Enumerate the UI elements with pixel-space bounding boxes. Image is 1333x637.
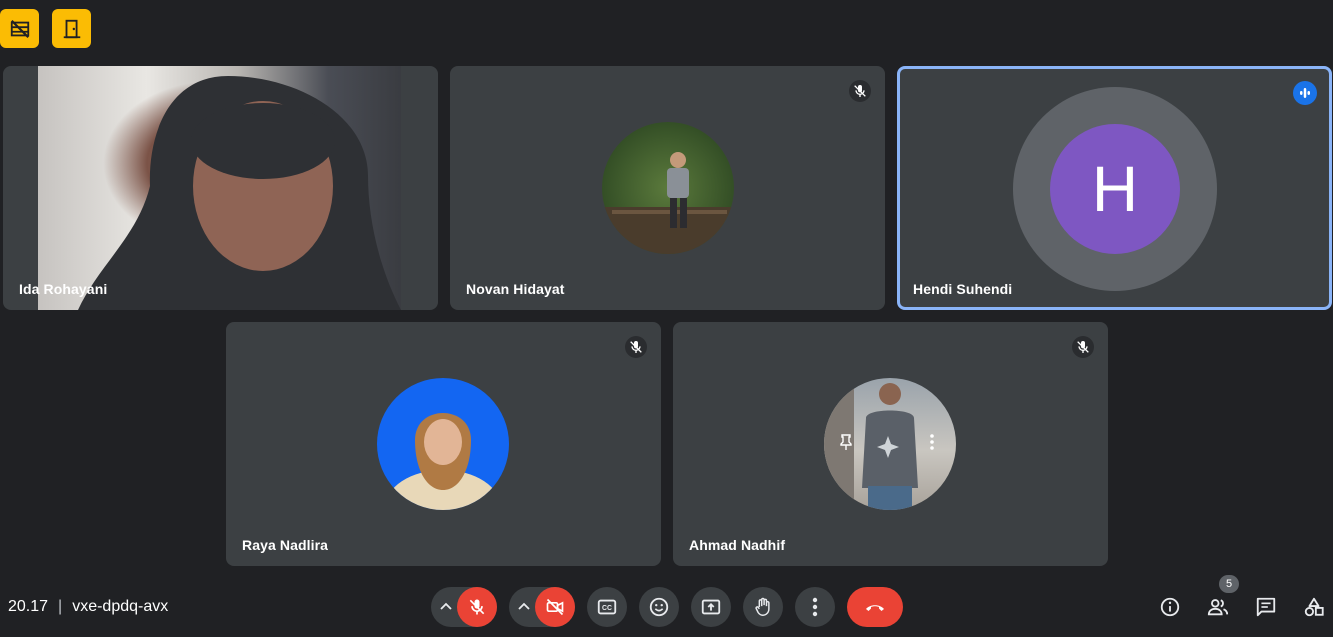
person-silhouette-icon [78,76,401,310]
meeting-info: 20.17 | vxe-dpdq-avx [8,598,168,616]
no-video-grid-icon [10,19,29,38]
people-icon [1207,599,1229,616]
participant-tile[interactable]: Ida Rohayani [3,66,438,310]
meeting-separator: | [58,598,63,615]
meeting-details-button[interactable] [1158,595,1182,619]
chevron-up-icon [518,602,530,610]
more-vert-icon [930,434,934,450]
participant-tile[interactable]: Novan Hidayat [450,66,885,310]
captions-button[interactable]: CC [587,587,627,627]
speaking-indicator [1293,81,1317,105]
leave-door-button[interactable] [52,9,91,48]
pin-icon [840,434,852,450]
participant-tile-active-speaker[interactable]: H Hendi Suhendi [897,66,1332,310]
closed-caption-icon: CC [597,599,617,615]
raise-hand-button[interactable] [743,587,783,627]
mic-off-icon [630,341,642,353]
more-vert-icon [812,597,818,617]
participant-avatar [824,378,956,510]
muted-indicator [625,336,647,358]
person-photo-icon [385,413,501,510]
audio-options-button[interactable] [436,596,456,616]
participant-name: Ahmad Nadhif [689,537,786,553]
participant-video [38,66,401,310]
chat-icon [1256,597,1276,617]
people-button[interactable] [1206,595,1230,619]
svg-text:CC: CC [602,605,612,612]
video-options-button[interactable] [514,596,534,616]
activities-icon [1304,597,1324,617]
door-icon [63,19,80,38]
raise-hand-icon [755,597,770,616]
participant-tile[interactable]: Ahmad Nadhif [673,322,1108,566]
chat-button[interactable] [1254,595,1278,619]
participant-avatar [377,378,509,510]
captions-off-grid-button[interactable] [0,9,39,48]
camera-toggle-button[interactable] [535,587,575,627]
mic-toggle-button[interactable] [457,587,497,627]
people-count-badge: 5 [1219,575,1239,593]
participant-name: Raya Nadlira [242,537,329,553]
videocam-off-icon [546,598,564,616]
audio-level-icon [1300,88,1310,98]
participant-options-button[interactable] [924,432,940,452]
present-now-button[interactable] [691,587,731,627]
person-photo-icon [602,152,734,254]
participant-name: Hendi Suhendi [913,281,1013,297]
muted-indicator [1072,336,1094,358]
participant-name: Ida Rohayani [19,281,108,297]
info-icon [1160,597,1180,617]
participant-name: Novan Hidayat [466,281,565,297]
more-options-button[interactable] [795,587,835,627]
mic-off-icon [469,599,485,615]
reactions-button[interactable] [639,587,679,627]
present-screen-icon [701,599,721,615]
muted-indicator [849,80,871,102]
participant-tile[interactable]: Raya Nadlira [226,322,661,566]
participant-avatar [602,122,734,254]
participant-avatar-initial: H [1050,124,1180,254]
call-end-icon [866,605,884,611]
emoji-icon [649,597,669,617]
mic-off-icon [854,85,866,97]
leave-call-button[interactable] [847,587,903,627]
meeting-code: vxe-dpdq-avx [72,598,169,615]
meeting-time: 20.17 [8,598,49,615]
pin-participant-button[interactable] [836,432,856,452]
mic-off-icon [1077,341,1089,353]
activities-button[interactable] [1302,595,1326,619]
chevron-up-icon [440,602,452,610]
